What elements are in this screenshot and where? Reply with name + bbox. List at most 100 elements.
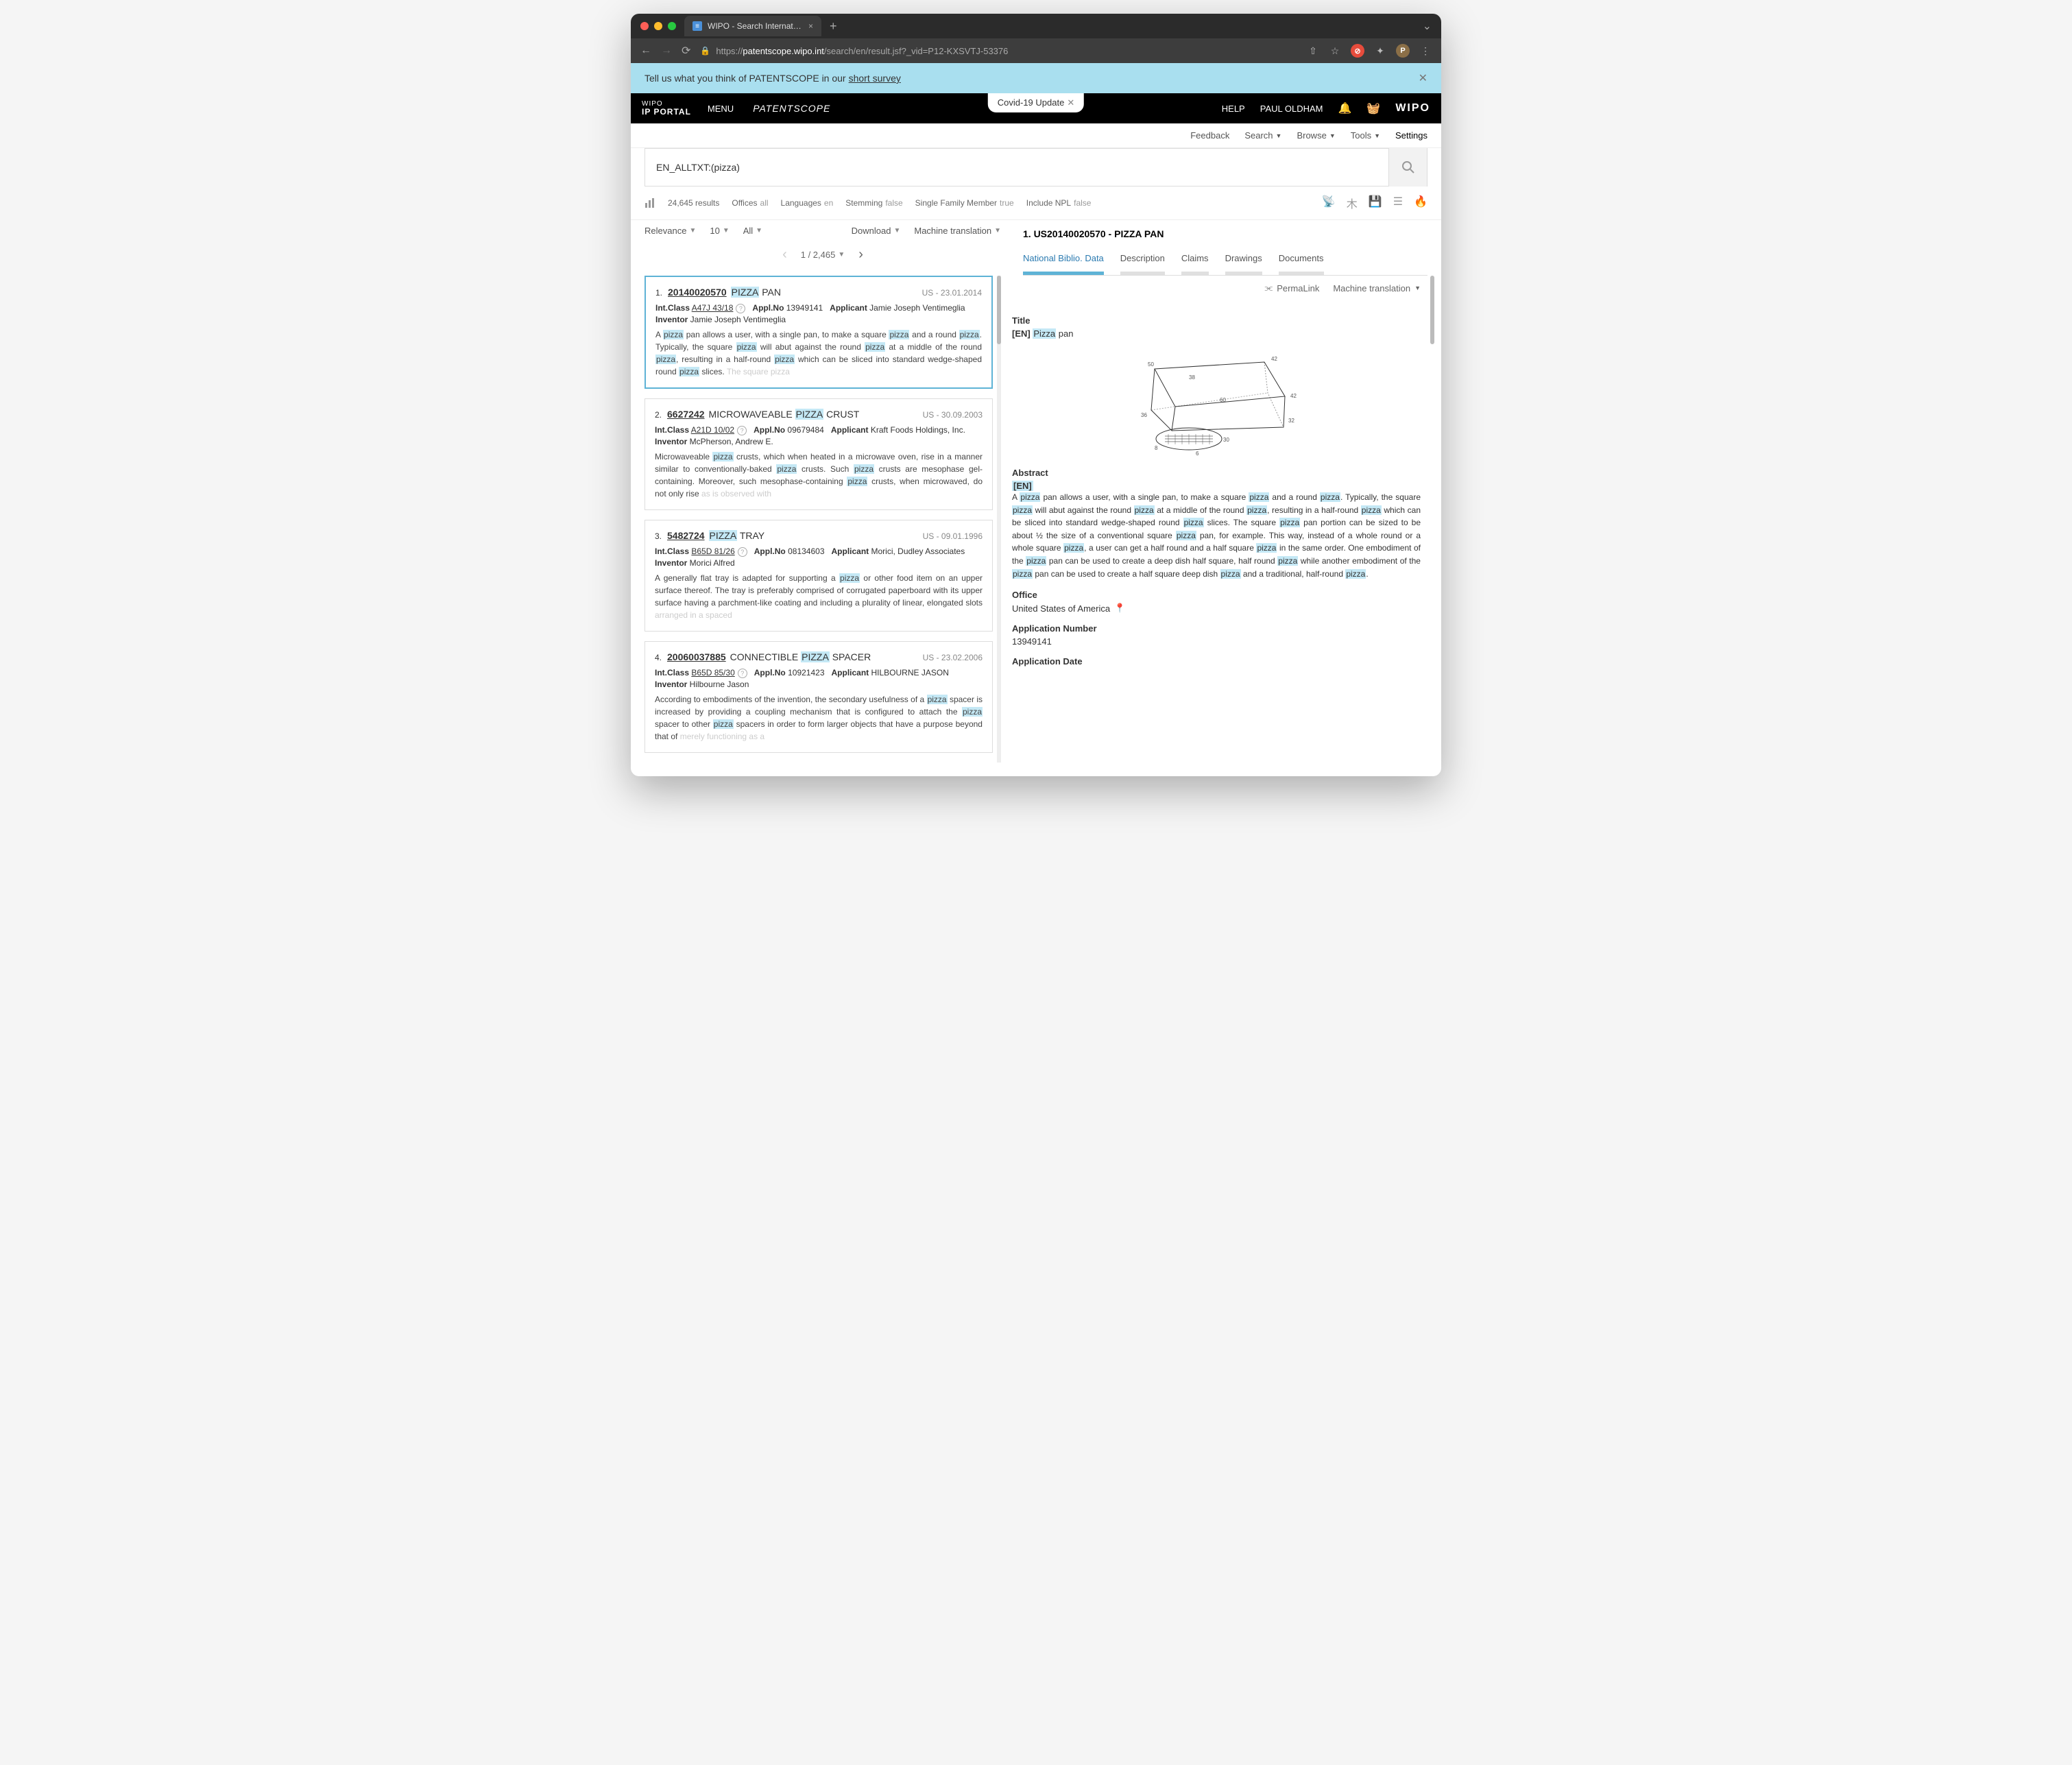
url-text: https://patentscope.wipo.int/search/en/r… xyxy=(716,46,1008,56)
search-menu[interactable]: Search ▼ xyxy=(1244,130,1281,141)
abstract-label: Abstract xyxy=(1012,468,1421,478)
help-icon[interactable]: ? xyxy=(738,547,747,557)
result-card[interactable]: 4. 20060037885 CONNECTIBLE PIZZA SPACER … xyxy=(645,641,993,753)
forward-button[interactable]: → xyxy=(661,45,672,57)
share-icon[interactable]: ⇧ xyxy=(1307,45,1319,57)
controls-row: Relevance▼ 10▼ All▼ Download▼ Machine tr… xyxy=(631,220,1015,241)
detail-mt-dropdown[interactable]: Machine translation ▼ xyxy=(1333,283,1421,293)
reload-button[interactable]: ⟳ xyxy=(682,44,690,58)
filter-npl[interactable]: Include NPL false xyxy=(1026,198,1092,208)
page-prev-button[interactable]: ‹ xyxy=(782,247,787,263)
help-icon[interactable]: ? xyxy=(738,669,747,678)
result-card[interactable]: 3. 5482724 PIZZA TRAY US - 09.01.1996 In… xyxy=(645,520,993,632)
result-card[interactable]: 2. 6627242 MICROWAVEABLE PIZZA CRUST US … xyxy=(645,398,993,510)
new-tab-button[interactable]: + xyxy=(830,19,837,34)
help-icon[interactable]: ? xyxy=(736,304,745,313)
result-inventor: Inventor Jamie Joseph Ventimeglia xyxy=(655,315,982,324)
settings-link[interactable]: Settings xyxy=(1395,130,1427,141)
scope-dropdown[interactable]: All▼ xyxy=(743,226,762,236)
tab-drawings[interactable]: Drawings xyxy=(1225,248,1262,269)
bookmark-icon[interactable]: ☆ xyxy=(1329,45,1341,57)
help-icon[interactable]: ? xyxy=(737,426,747,435)
profile-icon[interactable]: P xyxy=(1396,44,1410,58)
sort-dropdown[interactable]: Relevance▼ xyxy=(645,226,696,236)
browser-tab[interactable]: ≡ WIPO - Search International an × xyxy=(684,16,821,36)
tab-documents[interactable]: Documents xyxy=(1279,248,1324,269)
user-name[interactable]: PAUL OLDHAM xyxy=(1260,104,1323,114)
appnum-value: 13949141 xyxy=(1012,636,1421,647)
stats-icon[interactable] xyxy=(645,197,655,208)
list-icon[interactable]: ☰ xyxy=(1393,195,1403,211)
link-icon: ⫘ xyxy=(1265,283,1273,293)
filter-family[interactable]: Single Family Member true xyxy=(915,198,1014,208)
result-title: MICROWAVEABLE PIZZA CRUST xyxy=(709,409,860,420)
svg-text:6: 6 xyxy=(1196,451,1199,457)
extensions-icon[interactable]: ✦ xyxy=(1374,45,1386,57)
browse-menu[interactable]: Browse ▼ xyxy=(1297,130,1335,141)
search-button[interactable] xyxy=(1388,148,1427,187)
extension-icon[interactable]: ⊘ xyxy=(1351,44,1364,58)
result-meta: Int.Class B65D 81/26? Appl.No 08134603 A… xyxy=(655,547,983,557)
wipo-brand[interactable]: WIPO IP PORTAL xyxy=(642,101,691,116)
basket-icon[interactable]: 🧺 xyxy=(1366,101,1380,115)
bell-icon[interactable]: 🔔 xyxy=(1338,101,1351,115)
tab-close-icon[interactable]: × xyxy=(808,21,813,31)
help-link[interactable]: HELP xyxy=(1222,104,1245,114)
result-id[interactable]: 5482724 xyxy=(667,530,705,541)
result-card[interactable]: 1. 20140020570 PIZZA PAN US - 23.01.2014… xyxy=(645,276,993,389)
search-box xyxy=(645,148,1427,187)
search-input[interactable] xyxy=(645,162,1388,173)
flame-icon[interactable]: 🔥 xyxy=(1414,195,1427,211)
result-index: 2. xyxy=(655,410,662,420)
wipo-logo[interactable]: WIPO xyxy=(1395,102,1430,115)
svg-text:42: 42 xyxy=(1271,356,1277,362)
survey-link[interactable]: short survey xyxy=(849,73,901,84)
rss-icon[interactable]: 📡 xyxy=(1322,195,1336,211)
covid-close-icon[interactable]: ✕ xyxy=(1067,97,1074,108)
result-id[interactable]: 20140020570 xyxy=(668,287,727,298)
result-id[interactable]: 20060037885 xyxy=(667,651,726,662)
tab-description[interactable]: Description xyxy=(1120,248,1165,269)
result-id[interactable]: 6627242 xyxy=(667,409,705,420)
permalink-button[interactable]: ⫘PermaLink xyxy=(1265,283,1320,293)
mt-dropdown[interactable]: Machine translation▼ xyxy=(914,226,1001,236)
svg-text:8: 8 xyxy=(1155,445,1158,451)
survey-text: Tell us what you think of PATENTSCOPE in… xyxy=(645,73,846,84)
save-icon[interactable]: 💾 xyxy=(1369,195,1382,211)
tools-menu[interactable]: Tools ▼ xyxy=(1351,130,1380,141)
tab-title: WIPO - Search International an xyxy=(708,21,803,31)
tree-icon[interactable]: ⽊ xyxy=(1347,195,1358,211)
svg-text:36: 36 xyxy=(1141,412,1147,418)
filter-languages[interactable]: Languages en xyxy=(781,198,834,208)
result-meta: Int.Class A47J 43/18? Appl.No 13949141 A… xyxy=(655,303,982,313)
page-next-button[interactable]: › xyxy=(858,247,863,263)
menu-button[interactable]: MENU xyxy=(708,104,734,114)
result-date: US - 23.02.2006 xyxy=(923,653,983,662)
result-meta: Int.Class A21D 10/02? Appl.No 09679484 A… xyxy=(655,425,983,435)
address-bar[interactable]: 🔒 https://patentscope.wipo.int/search/en… xyxy=(700,46,1297,56)
window-controls xyxy=(640,22,676,30)
close-window-icon[interactable] xyxy=(640,22,649,30)
filter-offices[interactable]: Offices all xyxy=(732,198,768,208)
result-abstract: According to embodiments of the inventio… xyxy=(655,693,983,743)
detail-body: Title [EN] Pizza pan 5042 xyxy=(1012,300,1421,675)
download-dropdown[interactable]: Download▼ xyxy=(852,226,901,236)
detail-toolbar: ⫘PermaLink Machine translation ▼ xyxy=(1012,276,1421,300)
maximize-window-icon[interactable] xyxy=(668,22,676,30)
result-index: 4. xyxy=(655,653,662,662)
filter-stemming[interactable]: Stemming false xyxy=(845,198,902,208)
result-date: US - 30.09.2003 xyxy=(923,410,983,420)
feedback-link[interactable]: Feedback xyxy=(1190,130,1229,141)
minimize-window-icon[interactable] xyxy=(654,22,662,30)
covid-badge[interactable]: Covid-19 Update✕ xyxy=(988,93,1084,112)
menu-icon[interactable]: ⋮ xyxy=(1419,45,1432,57)
tab-claims[interactable]: Claims xyxy=(1181,248,1209,269)
title-label: Title xyxy=(1012,315,1421,326)
tab-biblio[interactable]: National Biblio. Data xyxy=(1023,248,1104,269)
window-dropdown-icon[interactable]: ⌄ xyxy=(1423,19,1432,33)
back-button[interactable]: ← xyxy=(640,45,651,57)
result-abstract: Microwaveable pizza crusts, which when h… xyxy=(655,451,983,500)
page-position[interactable]: 1 / 2,465 ▼ xyxy=(801,250,845,260)
survey-close-icon[interactable]: ✕ xyxy=(1419,71,1427,85)
pagesize-dropdown[interactable]: 10▼ xyxy=(710,226,729,236)
